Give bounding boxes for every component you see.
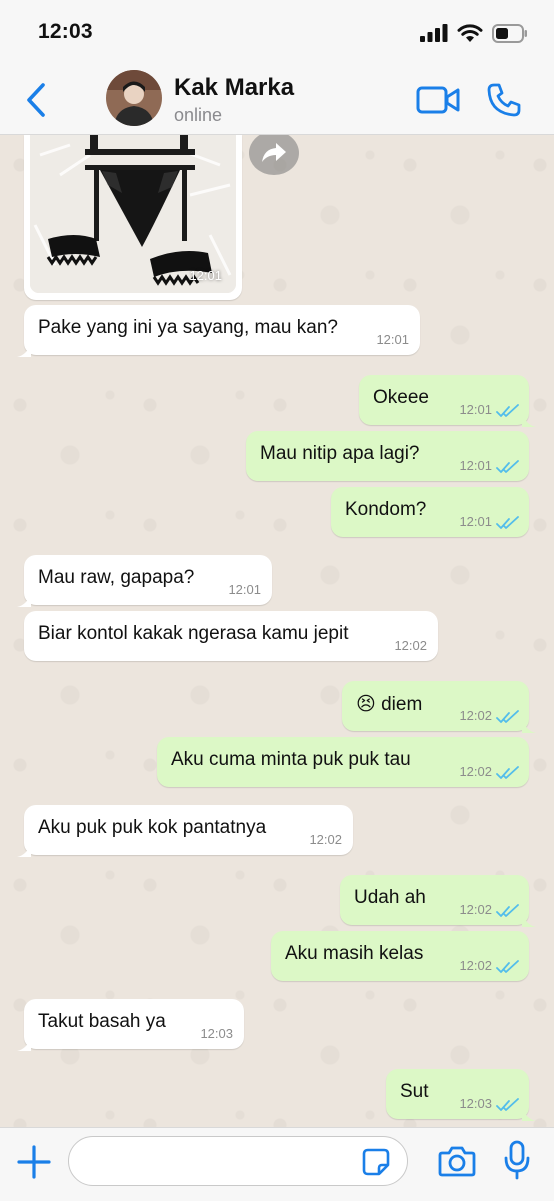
phone-icon bbox=[487, 83, 521, 117]
video-camera-icon bbox=[416, 86, 460, 114]
message-text: Kondom? bbox=[345, 499, 427, 520]
bubble-tail bbox=[17, 591, 31, 607]
bubble-tail bbox=[522, 911, 536, 927]
message-time: 12:01 bbox=[459, 458, 492, 473]
input-bar bbox=[0, 1127, 554, 1201]
incoming-message[interactable]: Aku puk puk kok pantatnya 12:02 bbox=[17, 805, 353, 857]
message-text: Udah ah bbox=[354, 887, 426, 908]
message-text: Aku masih kelas bbox=[285, 943, 424, 964]
outgoing-message[interactable]: Kondom? 12:01 bbox=[331, 487, 529, 537]
message-time: 12:02 bbox=[459, 708, 492, 723]
contact-status: online bbox=[174, 105, 223, 125]
voice-call-button[interactable] bbox=[486, 82, 522, 118]
incoming-message[interactable]: Takut basah ya 12:03 bbox=[17, 999, 244, 1051]
camera-icon bbox=[438, 1146, 476, 1177]
image-message[interactable]: 12:01 bbox=[24, 135, 242, 300]
image-message-photo[interactable]: 12:01 bbox=[30, 135, 236, 293]
message-time: 12:02 bbox=[309, 832, 342, 847]
bubble-tail bbox=[17, 341, 31, 357]
message-text: Okeee bbox=[373, 387, 429, 408]
wifi-icon bbox=[457, 23, 483, 42]
status-bar: 12:03 bbox=[0, 0, 554, 66]
incoming-message[interactable]: Mau raw, gapapa? 12:01 bbox=[17, 555, 272, 607]
bubble-tail bbox=[17, 1035, 31, 1051]
message-time: 12:01 bbox=[228, 582, 261, 597]
microphone-button[interactable] bbox=[504, 1140, 530, 1180]
plus-icon bbox=[17, 1145, 51, 1179]
message-time: 12:03 bbox=[200, 1026, 233, 1041]
incoming-message[interactable]: Pake yang ini ya sayang, mau kan? 12:01 bbox=[17, 305, 420, 357]
message-text: Aku cuma minta puk puk tau bbox=[171, 749, 411, 770]
bubble-tail bbox=[17, 841, 31, 857]
message-time: 12:02 bbox=[459, 764, 492, 779]
outgoing-message[interactable]: Aku cuma minta puk puk tau 12:02 bbox=[157, 737, 529, 787]
read-receipt-icon bbox=[496, 958, 520, 973]
read-receipt-icon bbox=[496, 514, 520, 529]
chevron-left-icon bbox=[27, 83, 45, 117]
message-time: 12:02 bbox=[459, 958, 492, 973]
read-receipt-icon bbox=[496, 902, 520, 917]
forward-button[interactable] bbox=[249, 135, 299, 175]
message-text: 😣 diem bbox=[356, 694, 423, 715]
status-icons bbox=[420, 22, 528, 44]
camera-button[interactable] bbox=[438, 1144, 476, 1178]
outgoing-message[interactable]: Mau nitip apa lagi? 12:01 bbox=[246, 431, 529, 481]
signal-icon bbox=[420, 24, 448, 42]
message-time: 12:02 bbox=[394, 638, 427, 653]
outgoing-message[interactable]: Aku masih kelas 12:02 bbox=[271, 931, 529, 981]
video-call-button[interactable] bbox=[416, 84, 460, 116]
message-text: Sut bbox=[400, 1081, 429, 1102]
read-receipt-icon bbox=[496, 1096, 520, 1111]
battery-icon bbox=[492, 23, 527, 43]
attach-button[interactable] bbox=[16, 1144, 52, 1180]
message-text: Mau nitip apa lagi? bbox=[260, 443, 420, 464]
message-time: 12:01 bbox=[376, 332, 409, 347]
read-receipt-icon bbox=[496, 764, 520, 779]
outgoing-message[interactable]: Sut 12:03 bbox=[386, 1069, 536, 1121]
read-receipt-icon bbox=[496, 402, 520, 417]
message-time: 12:02 bbox=[459, 902, 492, 917]
outgoing-message[interactable]: Okeee 12:01 bbox=[359, 375, 536, 427]
outgoing-message[interactable]: 😣 diem 12:02 bbox=[342, 681, 536, 733]
microphone-icon bbox=[504, 1140, 530, 1180]
incoming-message[interactable]: Biar kontol kakak ngerasa kamu jepit 12:0… bbox=[24, 611, 438, 661]
message-text: Aku puk puk kok pantatnya bbox=[38, 817, 267, 838]
bubble-tail bbox=[522, 411, 536, 427]
message-time: 12:03 bbox=[459, 1096, 492, 1111]
bubble-tail bbox=[522, 1105, 536, 1121]
outgoing-message[interactable]: Udah ah 12:02 bbox=[340, 875, 536, 927]
read-receipt-icon bbox=[496, 458, 520, 473]
message-text: Pake yang ini ya sayang, mau kan? bbox=[38, 317, 338, 338]
avatar-photo bbox=[106, 70, 162, 126]
message-input[interactable] bbox=[68, 1136, 408, 1186]
chat-header: Kak Marka online bbox=[0, 66, 554, 135]
message-text: Biar kontol kakak ngerasa kamu jepit bbox=[38, 623, 349, 644]
contact-name[interactable]: Kak Marka bbox=[174, 74, 294, 102]
message-text: Takut basah ya bbox=[38, 1011, 166, 1032]
bubble-tail bbox=[522, 717, 536, 733]
forward-arrow-icon bbox=[262, 143, 286, 162]
read-receipt-icon bbox=[496, 708, 520, 723]
contact-avatar[interactable] bbox=[106, 70, 162, 126]
message-time: 12:01 bbox=[459, 402, 492, 417]
message-text: Mau raw, gapapa? bbox=[38, 567, 195, 588]
sticker-icon bbox=[362, 1148, 390, 1176]
chat-area[interactable]: 12:01 Pake yang ini ya sayang, mau kan? 1… bbox=[0, 135, 554, 1127]
back-button[interactable] bbox=[20, 80, 52, 120]
message-time: 12:01 bbox=[459, 514, 492, 529]
status-time: 12:03 bbox=[38, 20, 93, 43]
image-message-time: 12:01 bbox=[189, 268, 222, 283]
sticker-button[interactable] bbox=[362, 1148, 390, 1176]
